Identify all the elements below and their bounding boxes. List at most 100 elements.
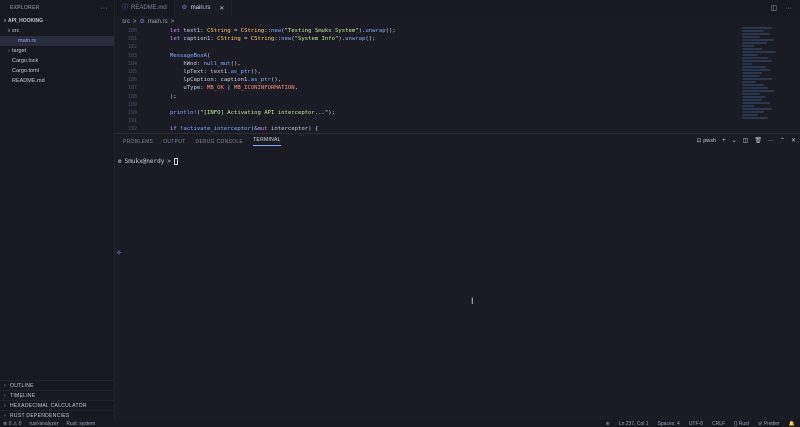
code-line: ); bbox=[143, 93, 177, 100]
minimap-line bbox=[742, 66, 766, 68]
tree-item-label: src bbox=[12, 28, 20, 34]
section-label: OUTLINE bbox=[10, 382, 34, 389]
minimap-line bbox=[742, 93, 760, 95]
sidebar-sections: › OUTLINE › TIMELINE › HEXADECIMAL CALCULAT… bbox=[0, 380, 114, 420]
split-terminal-icon[interactable]: ◫ bbox=[743, 137, 749, 144]
notifications-icon[interactable]: 🔔 bbox=[789, 421, 795, 427]
section-label: RUST DEPENDENCIES bbox=[10, 412, 70, 419]
minimap-line bbox=[742, 90, 774, 92]
language-mode[interactable]: {} Rust bbox=[734, 421, 749, 427]
section-outline[interactable]: › OUTLINE bbox=[0, 380, 114, 390]
minimap-line bbox=[742, 72, 762, 74]
minimap-line bbox=[742, 60, 772, 62]
status-right: ⊕ Ln 237, Col 1 Spaces: 4 UTF-8 CRLF {} … bbox=[606, 421, 797, 427]
minimap-line bbox=[742, 45, 754, 47]
code-area[interactable]: let text1: CString = CString::new("Testi… bbox=[143, 27, 740, 133]
bottom-panel: PROBLEMS OUTPUT DEBUG CONSOLE TERMINAL ⊡… bbox=[115, 133, 800, 420]
editor-tabbar: ⓘ README.md ⚙ main.rs ✕ ◫ ··· bbox=[115, 0, 800, 16]
maximize-panel-icon[interactable]: ⌃ bbox=[780, 137, 785, 144]
breadcrumb-item[interactable]: main.rs bbox=[148, 19, 168, 25]
line-number: 184 bbox=[127, 60, 137, 67]
more-actions-icon[interactable]: ··· bbox=[100, 5, 108, 12]
terminal-cursor bbox=[174, 158, 178, 165]
tree-item-readme[interactable]: README.md bbox=[0, 76, 114, 86]
tree-item-src[interactable]: v src bbox=[0, 26, 114, 36]
trash-icon[interactable]: 🗑 bbox=[754, 137, 762, 144]
breadcrumb: src > ⚙ main.rs > bbox=[115, 16, 800, 27]
line-number: 182 bbox=[127, 44, 137, 51]
minimap-line bbox=[742, 105, 754, 107]
code-line: MessageBoxA( bbox=[169, 52, 211, 59]
add-terminal-icon[interactable]: + bbox=[722, 138, 726, 144]
more-actions-icon[interactable]: ··· bbox=[785, 5, 792, 12]
terminal-shell-selector[interactable]: ⊡ pwsh bbox=[697, 138, 716, 144]
tree-item-label: Cargo.toml bbox=[12, 68, 39, 74]
minimap-line bbox=[742, 87, 768, 89]
section-rust-dependencies[interactable]: › RUST DEPENDENCIES bbox=[0, 410, 114, 420]
tree-item-label: Cargo.lock bbox=[12, 58, 39, 64]
encoding-status[interactable]: UTF-8 bbox=[689, 421, 703, 427]
prettier-status[interactable]: ⊘ Prettier bbox=[758, 421, 780, 427]
code-line: lpText: text1.as_ptr(), bbox=[143, 68, 261, 75]
line-number: 187 bbox=[127, 85, 137, 92]
indentation-status[interactable]: Spaces: 4 bbox=[658, 421, 680, 427]
close-panel-icon[interactable]: ✕ bbox=[791, 137, 796, 144]
line-number: 189 bbox=[127, 101, 137, 108]
line-number: 180 bbox=[127, 28, 137, 34]
rust-analyzer-status[interactable]: rust-analyzer bbox=[29, 421, 58, 427]
minimap-line bbox=[742, 102, 770, 104]
code-editor[interactable]: 180 181 182 183 184 185 186 187 188 189 190 191 192 … bbox=[115, 27, 800, 133]
split-editor-icon[interactable]: ◫ bbox=[770, 4, 777, 12]
eol-status[interactable]: CRLF bbox=[712, 421, 725, 427]
cursor-position[interactable]: Ln 237, Col 1 bbox=[619, 421, 649, 427]
tab-terminal[interactable]: TERMINAL bbox=[253, 137, 281, 146]
line-number: 192 bbox=[127, 126, 137, 133]
line-number: 181 bbox=[127, 36, 137, 43]
status-bar: ⊗ 0 ⚠ 0 rust-analyzer Rust: system ⊕ Ln … bbox=[0, 420, 800, 427]
explorer-sidebar: EXPLORER ··· v API_HOOKING v src main.rs… bbox=[0, 0, 115, 420]
problems-status[interactable]: ⊗ 0 ⚠ 0 bbox=[3, 421, 21, 427]
text-cursor-icon: I bbox=[471, 296, 474, 306]
tree-item-cargo-lock[interactable]: Cargo.lock bbox=[0, 56, 114, 66]
tree-item-target[interactable]: › target bbox=[0, 46, 114, 56]
minimap-line bbox=[742, 27, 772, 29]
minimap-line bbox=[742, 63, 752, 65]
terminal-prompt[interactable]: ⚙ Smukx@nerdy > bbox=[118, 158, 178, 165]
rust-toolchain-status[interactable]: Rust: system bbox=[66, 421, 95, 427]
prompt-icon: ⚙ bbox=[118, 158, 122, 165]
zoom-icon[interactable]: ⊕ bbox=[606, 421, 610, 427]
minimap-line bbox=[742, 111, 764, 113]
code-line: uType: MB_OK | MB_ICONINFORMATION, bbox=[143, 85, 298, 92]
tree-item-main-rs[interactable]: main.rs bbox=[0, 36, 114, 46]
rust-file-icon: ⚙ bbox=[139, 19, 145, 25]
project-folder-label: API_HOOKING bbox=[8, 18, 44, 24]
line-number: 188 bbox=[127, 93, 137, 100]
tab-problems[interactable]: PROBLEMS bbox=[123, 139, 153, 145]
more-actions-icon[interactable]: ··· bbox=[768, 138, 774, 144]
tree-item-cargo-toml[interactable]: Cargo.toml bbox=[0, 66, 114, 76]
code-line: println!("[INFO] Activating API intercep… bbox=[169, 109, 336, 116]
chevron-down-icon[interactable]: ⌄ bbox=[732, 137, 737, 144]
minimap-line bbox=[742, 84, 764, 86]
code-line: let caption1: CString = CString::new("Sy… bbox=[169, 36, 376, 43]
minimap[interactable] bbox=[742, 27, 782, 133]
project-folder[interactable]: v API_HOOKING bbox=[0, 16, 114, 26]
minimap-line bbox=[742, 30, 764, 32]
minimap-line bbox=[742, 108, 772, 110]
markdown-icon: ⓘ bbox=[122, 5, 129, 11]
explorer-title: EXPLORER bbox=[10, 5, 40, 11]
minimap-line bbox=[742, 54, 758, 56]
close-icon[interactable]: ✕ bbox=[219, 5, 224, 12]
sparkle-icon[interactable]: ✧ bbox=[116, 249, 122, 257]
tab-debug-console[interactable]: DEBUG CONSOLE bbox=[196, 139, 244, 145]
section-hex-calculator[interactable]: › HEXADECIMAL CALCULATOR bbox=[0, 400, 114, 410]
minimap-line bbox=[742, 81, 756, 83]
breadcrumb-item[interactable]: src bbox=[122, 19, 130, 25]
tab-readme[interactable]: ⓘ README.md bbox=[115, 0, 175, 16]
section-timeline[interactable]: › TIMELINE bbox=[0, 390, 114, 400]
minimap-line bbox=[742, 75, 760, 77]
tab-output[interactable]: OUTPUT bbox=[163, 139, 185, 145]
tab-main-rs[interactable]: ⚙ main.rs ✕ bbox=[174, 0, 233, 16]
minimap-line bbox=[742, 39, 774, 41]
